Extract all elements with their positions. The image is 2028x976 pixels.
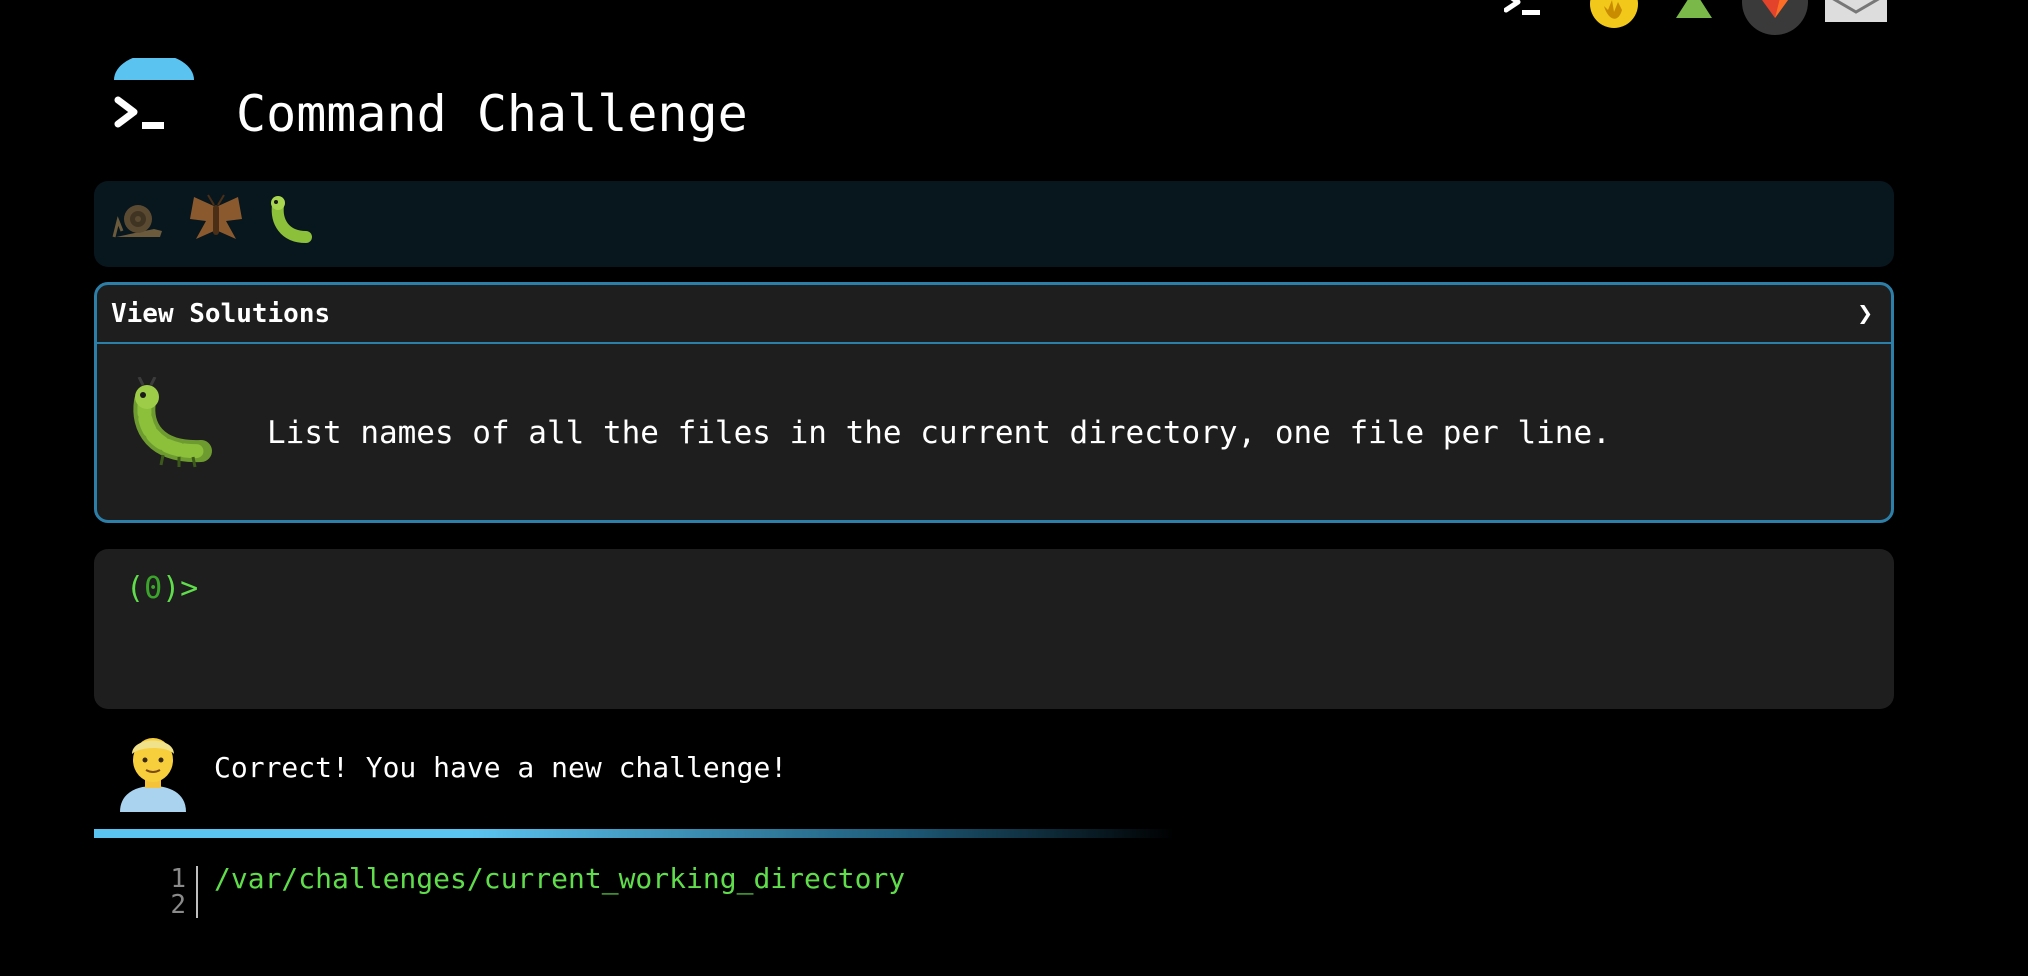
logo-icon: [110, 54, 198, 146]
feedback-message: Correct! You have a new challenge!: [214, 751, 788, 784]
command-terminal[interactable]: (0)>: [94, 549, 1894, 709]
cookie-hand-icon[interactable]: [1588, 0, 1640, 42]
mail-icon[interactable]: [1824, 0, 1888, 28]
chevron-right-icon: ❯: [1857, 299, 1873, 329]
app-title: Command Challenge: [236, 85, 748, 143]
moth-badge-icon: [186, 191, 246, 251]
caterpillar-badge-icon: [266, 191, 316, 251]
line-number: 1: [170, 864, 186, 894]
man-avatar-icon: [118, 730, 188, 816]
line-text: /var/challenges/current_working_director…: [214, 862, 906, 895]
progress-bar: [94, 829, 1894, 838]
output-line: 1 /var/challenges/current_working_direct…: [150, 862, 1850, 895]
tree-icon[interactable]: [1674, 0, 1714, 24]
view-solutions-toggle[interactable]: View Solutions ❯: [97, 285, 1891, 344]
prompt-close: )>: [162, 571, 199, 606]
challenge-panel: View Solutions ❯ List names of all the f…: [94, 282, 1894, 523]
prompt-open: (: [126, 571, 145, 606]
command-prompt[interactable]: (0)>: [126, 569, 198, 609]
line-separator: [196, 866, 198, 892]
line-number: 2: [170, 890, 186, 920]
terminal-icon[interactable]: [1503, 0, 1544, 26]
badge-bar: [94, 181, 1894, 267]
line-separator: [196, 892, 198, 918]
top-icon-bar: [0, 0, 2028, 40]
snail-badge-icon: [110, 191, 166, 251]
command-output: 1 /var/challenges/current_working_direct…: [150, 862, 1850, 926]
progress-bar-fill: [94, 829, 1174, 838]
output-line: 2: [150, 892, 1850, 918]
caterpillar-icon: [123, 376, 219, 477]
gitlab-icon[interactable]: [1742, 0, 1808, 48]
view-solutions-label: View Solutions: [111, 299, 331, 329]
challenge-task-text: List names of all the files in the curre…: [267, 415, 1611, 451]
prompt-count: 0: [144, 571, 163, 606]
